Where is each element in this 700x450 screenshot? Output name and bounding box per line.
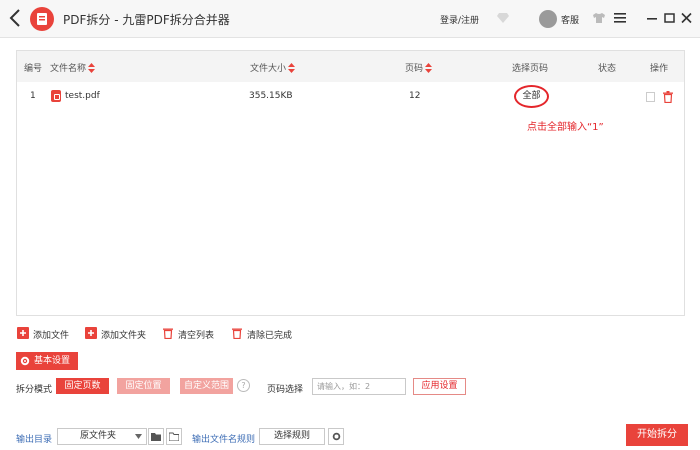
split-mode-label: 拆分模式: [16, 385, 53, 395]
table-header: 编号 文件名称 文件大小 页码 选择页码 状态 操作: [17, 51, 684, 82]
col-pages[interactable]: 页码: [405, 61, 433, 74]
rule-settings-button[interactable]: [328, 428, 344, 445]
basic-settings-label: 基本设置: [34, 356, 71, 366]
minimize-icon[interactable]: [647, 12, 657, 24]
gear-icon: [332, 432, 341, 441]
back-icon[interactable]: [8, 8, 24, 28]
output-dir-label[interactable]: 输出目录: [16, 432, 52, 445]
col-size-label: 文件大小: [250, 64, 287, 74]
col-ops: 操作: [650, 64, 669, 74]
folder-icon: [151, 433, 161, 441]
col-size[interactable]: 文件大小: [250, 61, 296, 74]
annotation-text: 点击全部输入“1”: [527, 122, 604, 133]
filename-rule-label[interactable]: 输出文件名规则: [192, 432, 255, 445]
window-title: PDF拆分 - 九雷PDF拆分合并器: [63, 13, 230, 27]
add-file-label: 添加文件: [33, 331, 70, 341]
file-table: 编号 文件名称 文件大小 页码 选择页码 状态 操作 1 test.pdf 35…: [16, 50, 685, 316]
page-select-label: 页码选择: [267, 385, 304, 395]
table-row[interactable]: 1 test.pdf 355.15KB 12: [17, 82, 684, 112]
select-rule-button[interactable]: 选择规则: [259, 428, 325, 445]
trash-icon[interactable]: [663, 91, 673, 103]
col-index: 编号: [24, 64, 43, 74]
shirt-icon[interactable]: [592, 12, 606, 24]
add-folder-icon: [85, 327, 97, 339]
clear-list-label: 清空列表: [178, 331, 215, 341]
start-split-button[interactable]: 开始拆分: [626, 424, 688, 446]
open-folder-button[interactable]: [166, 428, 182, 445]
col-status: 状态: [598, 64, 617, 74]
sort-icon[interactable]: [88, 63, 96, 73]
output-dir-value: 原文件夹: [80, 431, 117, 441]
col-pages-label: 页码: [405, 64, 424, 74]
diamond-icon[interactable]: [496, 11, 510, 25]
close-icon[interactable]: [681, 12, 692, 24]
add-file-icon: [17, 327, 29, 339]
browse-folder-button[interactable]: [148, 428, 164, 445]
service-link[interactable]: 客服: [561, 13, 579, 26]
menu-icon[interactable]: [613, 12, 627, 24]
row-filename: test.pdf: [65, 91, 100, 101]
col-name-label: 文件名称: [50, 64, 87, 74]
sort-icon[interactable]: [288, 63, 296, 73]
mode-fixed-position-button[interactable]: 固定位置: [117, 378, 170, 394]
page-select-input[interactable]: [312, 378, 406, 395]
login-link[interactable]: 登录/注册: [440, 13, 479, 26]
chevron-down-icon: [135, 434, 142, 439]
clear-done-icon: [232, 328, 242, 339]
col-name[interactable]: 文件名称: [50, 61, 96, 74]
avatar[interactable]: [539, 10, 557, 28]
pdf-icon: [51, 90, 61, 102]
mode-custom-range-button[interactable]: 自定义范围: [180, 378, 233, 394]
clear-done-label: 清除已完成: [247, 331, 293, 341]
row-pages: 12: [409, 91, 421, 101]
clear-list-icon: [163, 328, 173, 339]
select-all-pages-button[interactable]: 全部: [514, 85, 549, 108]
add-folder-label: 添加文件夹: [101, 331, 147, 341]
maximize-icon[interactable]: [664, 12, 675, 24]
row-index: 1: [30, 91, 36, 101]
basic-settings-button[interactable]: 基本设置: [16, 352, 78, 370]
title-bar: PDF拆分 - 九雷PDF拆分合并器 登录/注册 客服: [0, 0, 700, 38]
sort-icon[interactable]: [425, 63, 433, 73]
apply-settings-button[interactable]: 应用设置: [413, 378, 466, 395]
open-folder-icon: [169, 432, 179, 441]
gear-icon: [20, 356, 30, 366]
output-dir-select[interactable]: 原文件夹: [57, 428, 147, 445]
document-icon[interactable]: [646, 92, 655, 102]
col-select: 选择页码: [512, 64, 549, 74]
help-icon[interactable]: ?: [237, 379, 250, 392]
row-filesize: 355.15KB: [249, 91, 293, 101]
mode-fixed-pages-button[interactable]: 固定页数: [56, 378, 109, 394]
logo-icon: [30, 7, 54, 31]
